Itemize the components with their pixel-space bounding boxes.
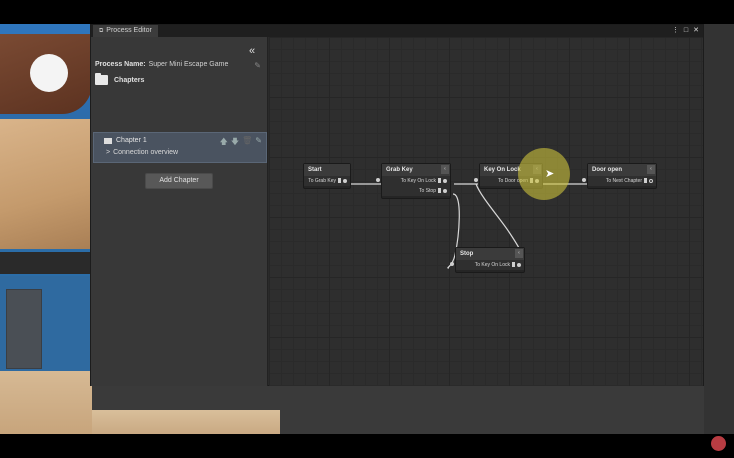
- node-menu-icon[interactable]: ‹: [515, 249, 523, 258]
- transition-row: To Key On Lock: [456, 260, 524, 270]
- letterbox-bottom: [0, 434, 734, 458]
- transition-label: To Grab Key: [308, 178, 336, 184]
- process-name-value: Super Mini Escape Game: [148, 61, 229, 68]
- chapter-item[interactable]: Chapter 1 🡅 🡇 🗑 ✎ > Connection overview: [93, 132, 267, 163]
- chapter-actions: 🡅 🡇 🗑 ✎: [220, 136, 262, 150]
- input-port[interactable]: [582, 178, 586, 182]
- trash-icon[interactable]: [438, 188, 441, 193]
- channel-logo-icon: [711, 436, 726, 451]
- chapter-title: Chapter 1: [116, 137, 147, 144]
- tab-process-editor[interactable]: ⧉ Process Editor: [93, 25, 158, 37]
- chapters-label: Chapters: [114, 76, 145, 84]
- game-scene-viewport: [0, 24, 92, 434]
- transition-row: To Grab Key: [304, 176, 350, 186]
- transition-row: To Key On Lock: [382, 176, 450, 186]
- transition-label: To Key On Lock: [400, 178, 436, 184]
- chapters-header: Chapters: [95, 73, 145, 85]
- node-title-text: Door open: [592, 167, 622, 173]
- output-port-empty[interactable]: [649, 179, 653, 183]
- transition-label: To Next Chapter: [605, 178, 642, 184]
- output-port[interactable]: [517, 263, 521, 267]
- node-menu-icon[interactable]: ‹: [647, 165, 655, 174]
- scene-floor-strip: [92, 410, 280, 434]
- transition-links: [349, 183, 587, 269]
- connection-overview-item[interactable]: > Connection overview: [106, 149, 178, 156]
- node-title: Start: [304, 164, 350, 176]
- trash-icon[interactable]: [438, 178, 441, 183]
- tab-label: Process Editor: [106, 27, 152, 34]
- node-start[interactable]: Start To Grab Key: [303, 163, 351, 189]
- door-shape: [6, 289, 42, 369]
- chevron-right-icon: >: [106, 149, 111, 156]
- process-editor-window: ⧉ Process Editor ⋮ □ ✕ « Process Name: S…: [90, 24, 704, 386]
- output-port[interactable]: [443, 189, 447, 193]
- node-menu-icon[interactable]: ‹: [441, 165, 449, 174]
- close-icon[interactable]: ✕: [693, 25, 699, 37]
- transition-row: To Next Chapter: [588, 176, 656, 186]
- more-options-icon[interactable]: ⋮: [672, 25, 679, 37]
- window-controls: ⋮ □ ✕: [672, 25, 699, 37]
- node-grab-key[interactable]: Grab Key ‹ To Key On Lock To Stop: [376, 163, 451, 199]
- letterbox-top: [0, 0, 734, 24]
- chapter-title-row: Chapter 1: [104, 137, 147, 144]
- node-stop[interactable]: Stop ‹ To Key On Lock: [450, 247, 525, 273]
- transition-row: To Stop: [382, 186, 450, 196]
- folder-icon: [95, 73, 108, 85]
- chapters-sidebar: « Process Name: Super Mini Escape Game ✎…: [91, 37, 268, 386]
- editor-side-gutter: [704, 24, 734, 434]
- node-title: Stop ‹: [456, 248, 524, 260]
- mouse-cursor-icon: ➤: [545, 168, 555, 180]
- process-name-label: Process Name:: [95, 61, 146, 68]
- transition-label: To Key On Lock: [474, 262, 510, 268]
- output-port[interactable]: [343, 179, 347, 183]
- folder-icon: [104, 137, 112, 144]
- edit-chapter-icon[interactable]: ✎: [255, 136, 262, 150]
- node-title-text: Grab Key: [386, 167, 413, 173]
- trash-icon[interactable]: [338, 178, 341, 183]
- node-title-text: Stop: [460, 251, 474, 257]
- move-up-icon[interactable]: 🡅: [220, 136, 228, 150]
- window-circle: [30, 54, 68, 92]
- trash-icon[interactable]: [644, 178, 647, 183]
- node-title: Grab Key ‹: [382, 164, 450, 176]
- output-port[interactable]: [443, 179, 447, 183]
- process-name-row: Process Name: Super Mini Escape Game ✎: [95, 61, 265, 70]
- window-tabbar: ⧉ Process Editor ⋮ □ ✕: [91, 25, 703, 37]
- input-port[interactable]: [474, 178, 478, 182]
- trash-icon[interactable]: [512, 262, 515, 267]
- input-port[interactable]: [376, 178, 380, 182]
- maximize-icon[interactable]: □: [684, 25, 688, 37]
- node-door-open[interactable]: Door open ‹ To Next Chapter: [582, 163, 657, 189]
- process-editor-icon: ⧉: [99, 28, 104, 34]
- connection-overview-label: Connection overview: [113, 149, 179, 156]
- transition-label: To Stop: [419, 188, 436, 194]
- add-chapter-button[interactable]: Add Chapter: [145, 173, 213, 189]
- cursor-highlight: [518, 148, 570, 200]
- input-port[interactable]: [450, 262, 454, 266]
- delete-icon[interactable]: 🗑: [242, 136, 252, 150]
- node-title: Door open ‹: [588, 164, 656, 176]
- node-title-text: Key On Lock: [484, 167, 521, 173]
- step-graph-canvas[interactable]: Start To Grab Key Grab Key ‹ To Key On L…: [269, 37, 703, 386]
- move-down-icon[interactable]: 🡇: [231, 136, 239, 150]
- edit-name-icon[interactable]: ✎: [254, 61, 261, 70]
- collapse-sidebar-icon[interactable]: «: [249, 45, 255, 57]
